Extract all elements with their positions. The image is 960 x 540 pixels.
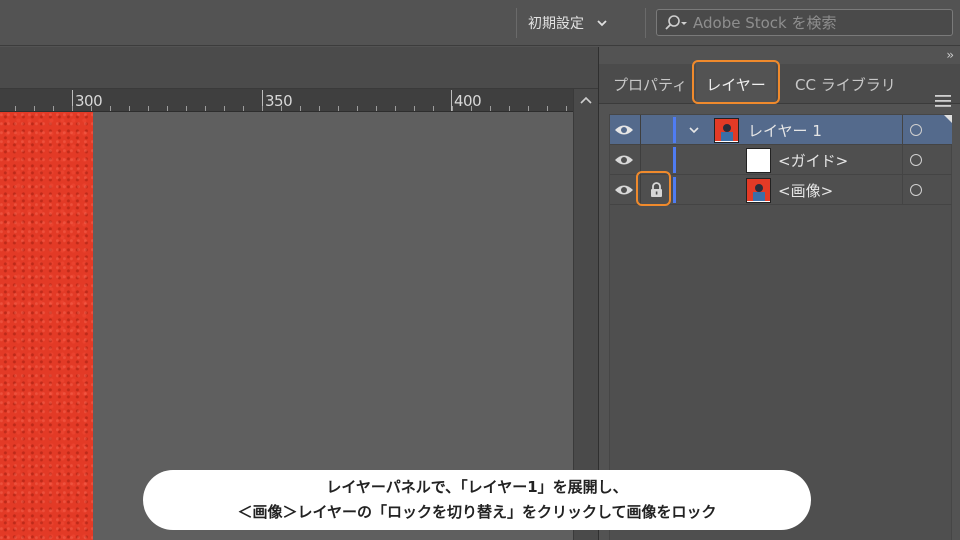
chevron-up-icon[interactable] <box>580 95 592 105</box>
ruler-minor-tick <box>34 106 35 111</box>
column-divider <box>902 175 903 205</box>
red-texture-image[interactable] <box>0 112 93 540</box>
ruler-minor-tick <box>186 106 187 111</box>
ruler-minor-tick <box>490 106 491 111</box>
layer-color-bar <box>673 177 676 203</box>
ruler-minor-tick <box>91 106 92 111</box>
ruler-minor-tick <box>129 106 130 111</box>
tab-layers[interactable]: レイヤー <box>696 64 776 104</box>
blank-thumbnail-icon <box>746 148 771 173</box>
photo-thumbnail-icon <box>714 118 739 143</box>
ruler-minor-tick <box>547 106 548 111</box>
layer-name[interactable]: <ガイド> <box>778 150 848 171</box>
toggle-lock-cell[interactable] <box>641 175 672 205</box>
divider <box>645 8 646 38</box>
horizontal-ruler[interactable]: 300 350 400 <box>0 89 573 112</box>
panel-menu-icon[interactable] <box>935 95 951 107</box>
ruler-minor-tick <box>471 106 472 111</box>
divider <box>516 8 517 38</box>
ruler-minor-tick <box>205 106 206 111</box>
document-tab-strip <box>0 47 598 89</box>
ruler-minor-tick <box>566 106 567 111</box>
ruler-minor-tick <box>110 106 111 111</box>
chevron-down-icon <box>597 20 607 27</box>
caption-line: ＜画像＞レイヤーの「ロックを切り替え」をクリックして画像をロック <box>237 503 717 521</box>
ruler-minor-tick <box>300 106 301 111</box>
layer-name[interactable]: <画像> <box>778 180 833 201</box>
ruler-minor-tick <box>319 106 320 111</box>
chevron-down-icon[interactable] <box>688 124 700 136</box>
ruler-label: 350 <box>265 92 293 110</box>
ruler-minor-tick <box>148 106 149 111</box>
panel-tabs: プロパティ レイヤー CC ライブラリ <box>599 64 960 107</box>
ruler-minor-tick <box>433 106 434 111</box>
ruler-minor-tick <box>414 106 415 111</box>
ruler-label: 300 <box>75 92 103 110</box>
target-circle-icon[interactable] <box>910 124 922 136</box>
layer-color-bar <box>673 117 676 143</box>
search-icon <box>665 14 687 30</box>
layer-row[interactable]: <ガイド> <box>610 145 952 175</box>
collapse-panels-icon[interactable]: ›› <box>946 48 953 62</box>
visibility-eye-icon[interactable] <box>614 123 634 137</box>
column-divider <box>902 115 903 145</box>
column-divider <box>902 145 903 175</box>
tab-cc-libraries[interactable]: CC ライブラリ <box>795 64 896 104</box>
caption-line: レイヤーパネルで、「レイヤー1」を展開し、 <box>326 478 628 496</box>
workspace-label: 初期設定 <box>528 16 584 32</box>
ruler-label: 400 <box>454 92 482 110</box>
ruler-minor-tick <box>395 106 396 111</box>
photo-thumbnail-icon <box>746 178 771 203</box>
adobe-stock-search[interactable] <box>656 9 953 36</box>
layers-panel-dock: ›› プロパティ レイヤー CC ライブラリ レイヤー 1 <ガイド> <画像> <box>598 47 960 540</box>
tab-properties[interactable]: プロパティ <box>613 64 687 104</box>
ruler-minor-tick <box>15 106 16 111</box>
layer-name[interactable]: レイヤー 1 <box>748 120 822 141</box>
ruler-minor-tick <box>528 106 529 111</box>
layer-row[interactable]: レイヤー 1 <box>610 115 952 145</box>
layer-color-bar <box>673 147 676 173</box>
ruler-minor-tick <box>167 106 168 111</box>
ruler-minor-tick <box>72 106 73 111</box>
layer-row[interactable]: <画像> <box>610 175 952 205</box>
ruler-minor-tick <box>509 106 510 111</box>
target-circle-icon[interactable] <box>910 154 922 166</box>
ruler-minor-tick <box>338 106 339 111</box>
application-bar: 初期設定 <box>0 0 960 46</box>
ruler-minor-tick <box>224 106 225 111</box>
ruler-minor-tick <box>357 106 358 111</box>
selected-corner-marker <box>944 115 952 123</box>
stock-search-input[interactable] <box>693 13 943 32</box>
toggle-lock-cell[interactable] <box>641 145 672 175</box>
ruler-minor-tick <box>262 106 263 111</box>
ruler-minor-tick <box>53 106 54 111</box>
instruction-caption: レイヤーパネルで、「レイヤー1」を展開し、 ＜画像＞レイヤーの「ロックを切り替え… <box>143 470 811 530</box>
ruler-minor-tick <box>281 106 282 111</box>
visibility-eye-icon[interactable] <box>614 183 634 197</box>
ruler-minor-tick <box>376 106 377 111</box>
workspace-switcher[interactable]: 初期設定 <box>528 12 608 34</box>
ruler-minor-tick <box>452 106 453 111</box>
lock-icon[interactable] <box>650 182 663 197</box>
toggle-lock-cell[interactable] <box>641 115 672 145</box>
ruler-minor-tick <box>243 106 244 111</box>
target-circle-icon[interactable] <box>910 184 922 196</box>
visibility-eye-icon[interactable] <box>614 153 634 167</box>
